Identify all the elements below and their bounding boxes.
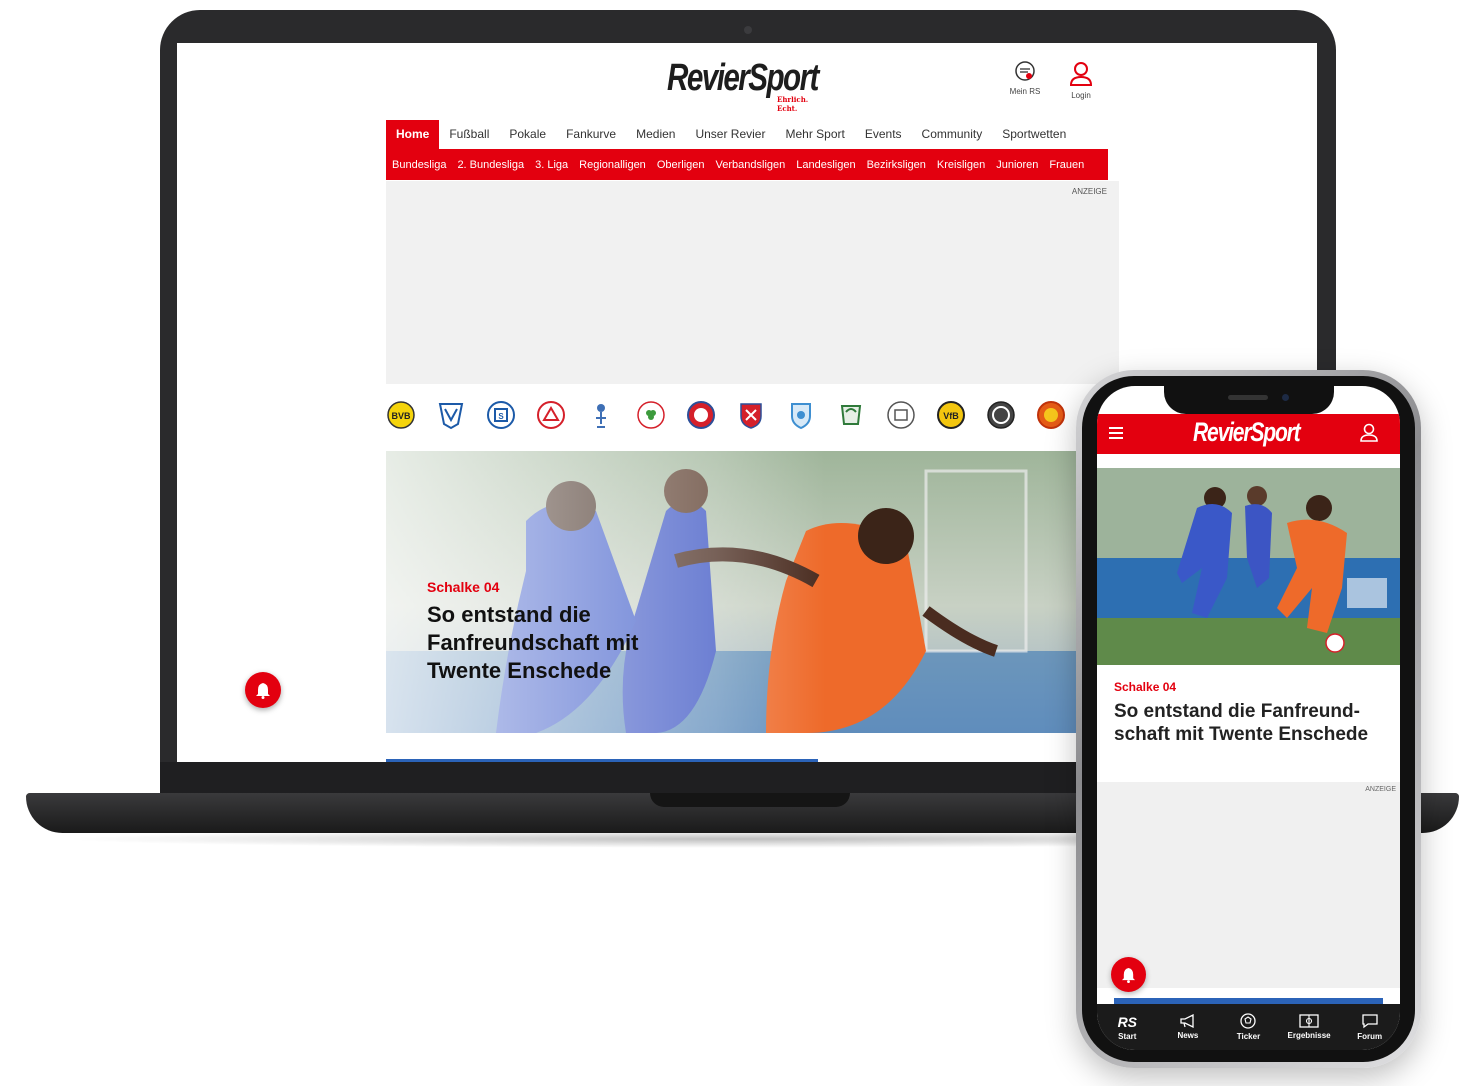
subnav-frauen[interactable]: Frauen [1049, 159, 1084, 171]
club-logo-bvb[interactable]: BVB [386, 400, 416, 430]
chat-icon [1362, 1014, 1378, 1029]
subnav-2-bundesliga[interactable]: 2. Bundesliga [457, 159, 524, 171]
club-logo-rwe[interactable] [536, 400, 566, 430]
nav-fankurve[interactable]: Fankurve [556, 120, 626, 149]
mobile-ad-label: ANZEIGE [1365, 786, 1396, 793]
subnav-verbandsligen[interactable]: Verbandsligen [716, 159, 786, 171]
laptop-hinge-notch [650, 793, 850, 807]
login-label: Login [1071, 91, 1091, 100]
club-logo-ksv[interactable] [736, 400, 766, 430]
main-nav: Home Fußball Pokale Fankurve Medien Unse… [386, 120, 1076, 149]
club-logo-schalke[interactable]: S [486, 400, 516, 430]
subnav-bundesliga[interactable]: Bundesliga [392, 159, 446, 171]
mein-rs-button[interactable]: Mein RS [1001, 61, 1049, 96]
bell-icon [256, 682, 270, 699]
nav-home[interactable]: Home [386, 120, 440, 149]
tab-start-label: Start [1118, 1031, 1137, 1041]
mobile-header: RevierSport [1097, 414, 1400, 454]
club-logo-sg[interactable] [986, 400, 1016, 430]
site-logo[interactable]: RevierSport Ehrlich. Echt. [667, 57, 827, 113]
bell-icon [1121, 967, 1136, 983]
hero-kicker: Schalke 04 [427, 579, 500, 595]
nav-medien[interactable]: Medien [626, 120, 685, 149]
rs-mark-icon: RS [1117, 1013, 1138, 1030]
header-gap [1097, 454, 1400, 468]
tab-ticker[interactable]: Ticker [1218, 1004, 1279, 1050]
notification-button[interactable] [245, 672, 281, 708]
tab-forum-label: Forum [1357, 1032, 1383, 1041]
mobile-tab-bar: RS Start News Ticker Ergebnisse Forum [1097, 1004, 1400, 1050]
subnav-bezirksligen[interactable]: Bezirksligen [867, 159, 926, 171]
svg-text:BVB: BVB [391, 411, 411, 421]
club-logo-rwo[interactable] [1036, 400, 1066, 430]
club-logo-bochum[interactable] [436, 400, 466, 430]
laptop-camera [744, 26, 752, 34]
nav-mehr-sport[interactable]: Mehr Sport [775, 120, 854, 149]
tab-forum[interactable]: Forum [1339, 1004, 1400, 1050]
club-logo-msv[interactable] [586, 400, 616, 430]
mobile-logo[interactable]: RevierSport [1193, 417, 1301, 448]
tab-ergebnisse-label: Ergebnisse [1287, 1031, 1331, 1040]
phone-speaker [1228, 395, 1268, 400]
device-mockup: RevierSport Ehrlich. Echt. Mein RS Login… [0, 0, 1459, 1086]
subnav-3-liga[interactable]: 3. Liga [535, 159, 568, 171]
nav-sportwetten[interactable]: Sportwetten [992, 120, 1076, 149]
club-logo-vfb[interactable]: VfB [936, 400, 966, 430]
tab-ergebnisse[interactable]: Ergebnisse [1279, 1004, 1340, 1050]
club-logo-preussen[interactable] [836, 400, 866, 430]
megaphone-icon [1180, 1014, 1194, 1028]
subnav-kreisligen[interactable]: Kreisligen [937, 159, 985, 171]
hero-article[interactable]: Schalke 04 So entstand die Fanfreundscha… [386, 451, 1119, 733]
subnav-junioren[interactable]: Junioren [996, 159, 1038, 171]
menu-icon[interactable] [1109, 427, 1123, 439]
pitch-icon [1299, 1014, 1319, 1028]
club-logo-wuppertal[interactable] [686, 400, 716, 430]
subnav-regionalligen[interactable]: Regionalligen [579, 159, 646, 171]
mobile-ad-slot: ANZEIGE [1097, 782, 1400, 988]
ad-label: ANZEIGE [1071, 187, 1107, 196]
user-icon[interactable] [1360, 423, 1378, 443]
svg-text:S: S [498, 412, 504, 421]
tab-ticker-label: Ticker [1236, 1032, 1261, 1041]
mein-rs-icon [1015, 61, 1035, 81]
mobile-kicker: Schalke 04 [1114, 680, 1177, 694]
mobile-site: RevierSport Schalke 04 So entstand die F… [1097, 386, 1400, 1050]
login-button[interactable]: Login [1057, 61, 1105, 100]
subnav-landesligen[interactable]: Landesligen [796, 159, 855, 171]
nav-events[interactable]: Events [855, 120, 912, 149]
mobile-headline[interactable]: So entstand die Fanfreund-schaft mit Twe… [1114, 700, 1384, 746]
club-logo-ssvg[interactable] [886, 400, 916, 430]
tab-start[interactable]: RS Start [1097, 1004, 1158, 1050]
nav-fussball[interactable]: Fußball [439, 120, 499, 149]
club-logo-wattenscheid[interactable] [786, 400, 816, 430]
subnav-oberligen[interactable]: Oberligen [657, 159, 705, 171]
ball-icon [1240, 1013, 1257, 1029]
nav-pokale[interactable]: Pokale [499, 120, 556, 149]
logo-tagline: Ehrlich. Echt. [777, 95, 809, 113]
nav-unser-revier[interactable]: Unser Revier [685, 120, 775, 149]
article-photo [1097, 468, 1400, 665]
logo-wordmark: RevierSport [667, 57, 819, 99]
hero-headline[interactable]: So entstand die Fanfreundschaft mit Twen… [427, 601, 667, 685]
tab-news-label: News [1177, 1031, 1199, 1040]
club-logo-bar: BVB S VfB [386, 400, 1119, 432]
nav-community[interactable]: Community [912, 120, 993, 149]
mobile-article-image[interactable] [1097, 468, 1400, 665]
tab-news[interactable]: News [1158, 1004, 1219, 1050]
svg-text:VfB: VfB [943, 411, 959, 421]
league-subnav: Bundesliga 2. Bundesliga 3. Liga Regiona… [386, 149, 1108, 180]
phone-camera [1282, 394, 1289, 401]
club-logo-oberhausen[interactable] [636, 400, 666, 430]
ad-slot: ANZEIGE [386, 181, 1119, 384]
user-icon [1069, 62, 1093, 86]
mobile-notification-button[interactable] [1111, 957, 1146, 992]
mein-rs-label: Mein RS [1009, 87, 1041, 96]
